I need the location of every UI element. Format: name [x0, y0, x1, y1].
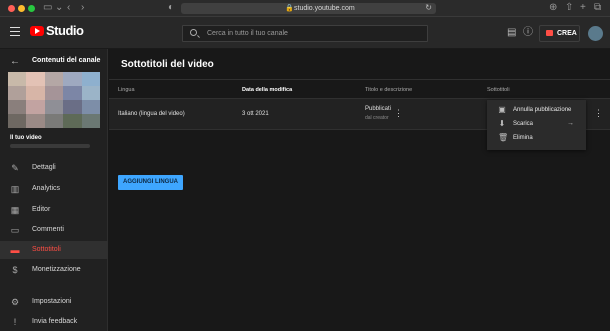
search-input[interactable]: Cerca in tutto il tuo canale [182, 25, 428, 42]
studio-header: Studio Cerca in tutto il tuo canale ▤ ⓘ … [0, 17, 610, 49]
subtitles-more-options-icon[interactable]: ⋮ [594, 109, 603, 118]
sidebar-back-title[interactable]: Contenuti del canale [32, 57, 100, 64]
studio-logo-text[interactable]: Studio [46, 23, 84, 38]
sidebar-item-editor[interactable]: ▦ Editor [0, 201, 108, 219]
url-text: studio.youtube.com [294, 5, 355, 12]
back-arrow-icon[interactable]: ← [10, 56, 20, 67]
search-placeholder: Cerca in tutto il tuo canale [207, 30, 288, 37]
channel-label: Il tuo video [10, 135, 42, 141]
search-icon [190, 29, 197, 36]
dollar-icon: $ [12, 265, 18, 275]
gear-icon: ⚙ [10, 297, 20, 307]
subtitles-icon: ▬ [10, 245, 20, 255]
menu-item-delete[interactable]: 🗑 Elimina [487, 132, 586, 146]
column-header-title[interactable]: Titolo e descrizione [365, 87, 412, 93]
help-icon[interactable]: ⓘ [523, 27, 533, 38]
sidebar-toggle-icon[interactable]: ▭ [43, 2, 52, 14]
menu-item-label: Elimina [513, 135, 533, 141]
sidebar-item-label: Commenti [32, 226, 64, 233]
create-button[interactable]: CREA [539, 25, 580, 42]
forward-arrow-icon[interactable]: › [81, 2, 84, 14]
sidebar-item-label: Invia feedback [32, 318, 78, 325]
sidebar-item-dettagli[interactable]: ✎ Dettagli [0, 159, 108, 177]
hamburger-menu-icon[interactable] [10, 27, 20, 36]
page-title: Sottotitoli del video [121, 59, 214, 70]
arrow-right-icon: → [567, 120, 574, 127]
title-more-options-icon[interactable]: ⋮ [394, 109, 403, 118]
address-bar[interactable]: 🔒 studio.youtube.com ↻ [181, 3, 436, 14]
privacy-shield-icon[interactable]: ◐ [168, 2, 174, 14]
messages-icon[interactable]: ▤ [507, 27, 516, 38]
sidebar-item-commenti[interactable]: ▭ Commenti [0, 221, 108, 239]
editor-icon: ▦ [10, 205, 20, 215]
create-label: CREA [557, 30, 577, 37]
minimize-window-button[interactable] [18, 5, 25, 12]
tab-overview-icon[interactable]: ⧉ [594, 2, 601, 14]
reload-icon[interactable]: ↻ [425, 3, 432, 12]
menu-item-label: Annulla pubblicazione [513, 107, 572, 113]
column-header-date[interactable]: Data della modifica [242, 87, 292, 93]
sidebar-item-sottotitoli[interactable]: ▬ Sottotitoli [0, 241, 108, 259]
feedback-icon: ! [13, 317, 17, 327]
share-icon[interactable]: ⇧ [565, 2, 573, 14]
new-tab-icon[interactable]: + [580, 2, 586, 14]
sidebar-item-label: Monetizzazione [32, 266, 81, 273]
analytics-icon: ▥ [10, 184, 20, 194]
menu-item-label: Scarica [513, 121, 534, 127]
sidebar-item-impostazioni[interactable]: ⚙ Impostazioni [0, 293, 108, 311]
divider [109, 79, 610, 80]
sidebar-item-feedback[interactable]: ! Invia feedback [0, 313, 108, 331]
unpublish-icon: ▣ [498, 105, 506, 114]
sidebar-item-label: Sottotitoli [32, 246, 61, 253]
video-camera-icon [546, 30, 553, 36]
sidebar: ← Contenuti del canale Il tuo video ✎ De… [0, 49, 108, 331]
close-window-button[interactable] [8, 5, 15, 12]
sidebar-item-label: Dettagli [32, 164, 56, 171]
column-header-subtitles[interactable]: Sottotitoli [487, 87, 510, 93]
back-arrow-icon[interactable]: ‹ [67, 2, 70, 14]
sidebar-item-label: Editor [32, 206, 51, 213]
comment-icon: ▭ [10, 225, 20, 235]
menu-item-unpublish[interactable]: ▣ Annulla pubblicazione [487, 104, 586, 118]
main-content: Sottotitoli del video Lingua Data della … [109, 49, 610, 331]
sidebar-item-label: Analytics [32, 185, 61, 192]
sidebar-item-analytics[interactable]: ▥ Analytics [0, 180, 108, 198]
row-language: Italiano (lingua del video) [118, 111, 185, 117]
youtube-logo-icon[interactable] [30, 26, 44, 36]
row-title-sub: dal creator [365, 115, 389, 121]
download-icon: ⬇ [498, 119, 506, 128]
menu-item-download[interactable]: ⬇ Scarica → [487, 118, 586, 132]
chevron-down-icon[interactable]: ⌄ [55, 2, 63, 14]
row-date: 3 ott 2021 [242, 111, 269, 117]
row-title-status[interactable]: Pubblicati [365, 106, 391, 112]
add-language-label: AGGIUNGI LINGUA [123, 179, 178, 185]
sidebar-item-label: Impostazioni [32, 298, 72, 305]
blurred-video-title [10, 144, 90, 148]
avatar[interactable] [588, 26, 603, 41]
pencil-icon: ✎ [11, 163, 19, 173]
browser-toolbar: ▭ ⌄ ‹ › ◐ 🔒 studio.youtube.com ↻ ⊕ ⇧ + ⧉ [0, 0, 610, 17]
maximize-window-button[interactable] [28, 5, 35, 12]
sidebar-item-monetizzazione[interactable]: $ Monetizzazione [0, 261, 108, 279]
video-thumbnail[interactable] [8, 72, 100, 128]
lock-icon: 🔒 [285, 5, 294, 12]
download-icon[interactable]: ⊕ [549, 2, 557, 14]
add-language-button[interactable]: AGGIUNGI LINGUA [118, 175, 183, 190]
trash-icon: 🗑 [498, 133, 509, 142]
column-header-language[interactable]: Lingua [118, 87, 135, 93]
subtitles-options-menu: ▣ Annulla pubblicazione ⬇ Scarica → 🗑 El… [487, 100, 586, 150]
